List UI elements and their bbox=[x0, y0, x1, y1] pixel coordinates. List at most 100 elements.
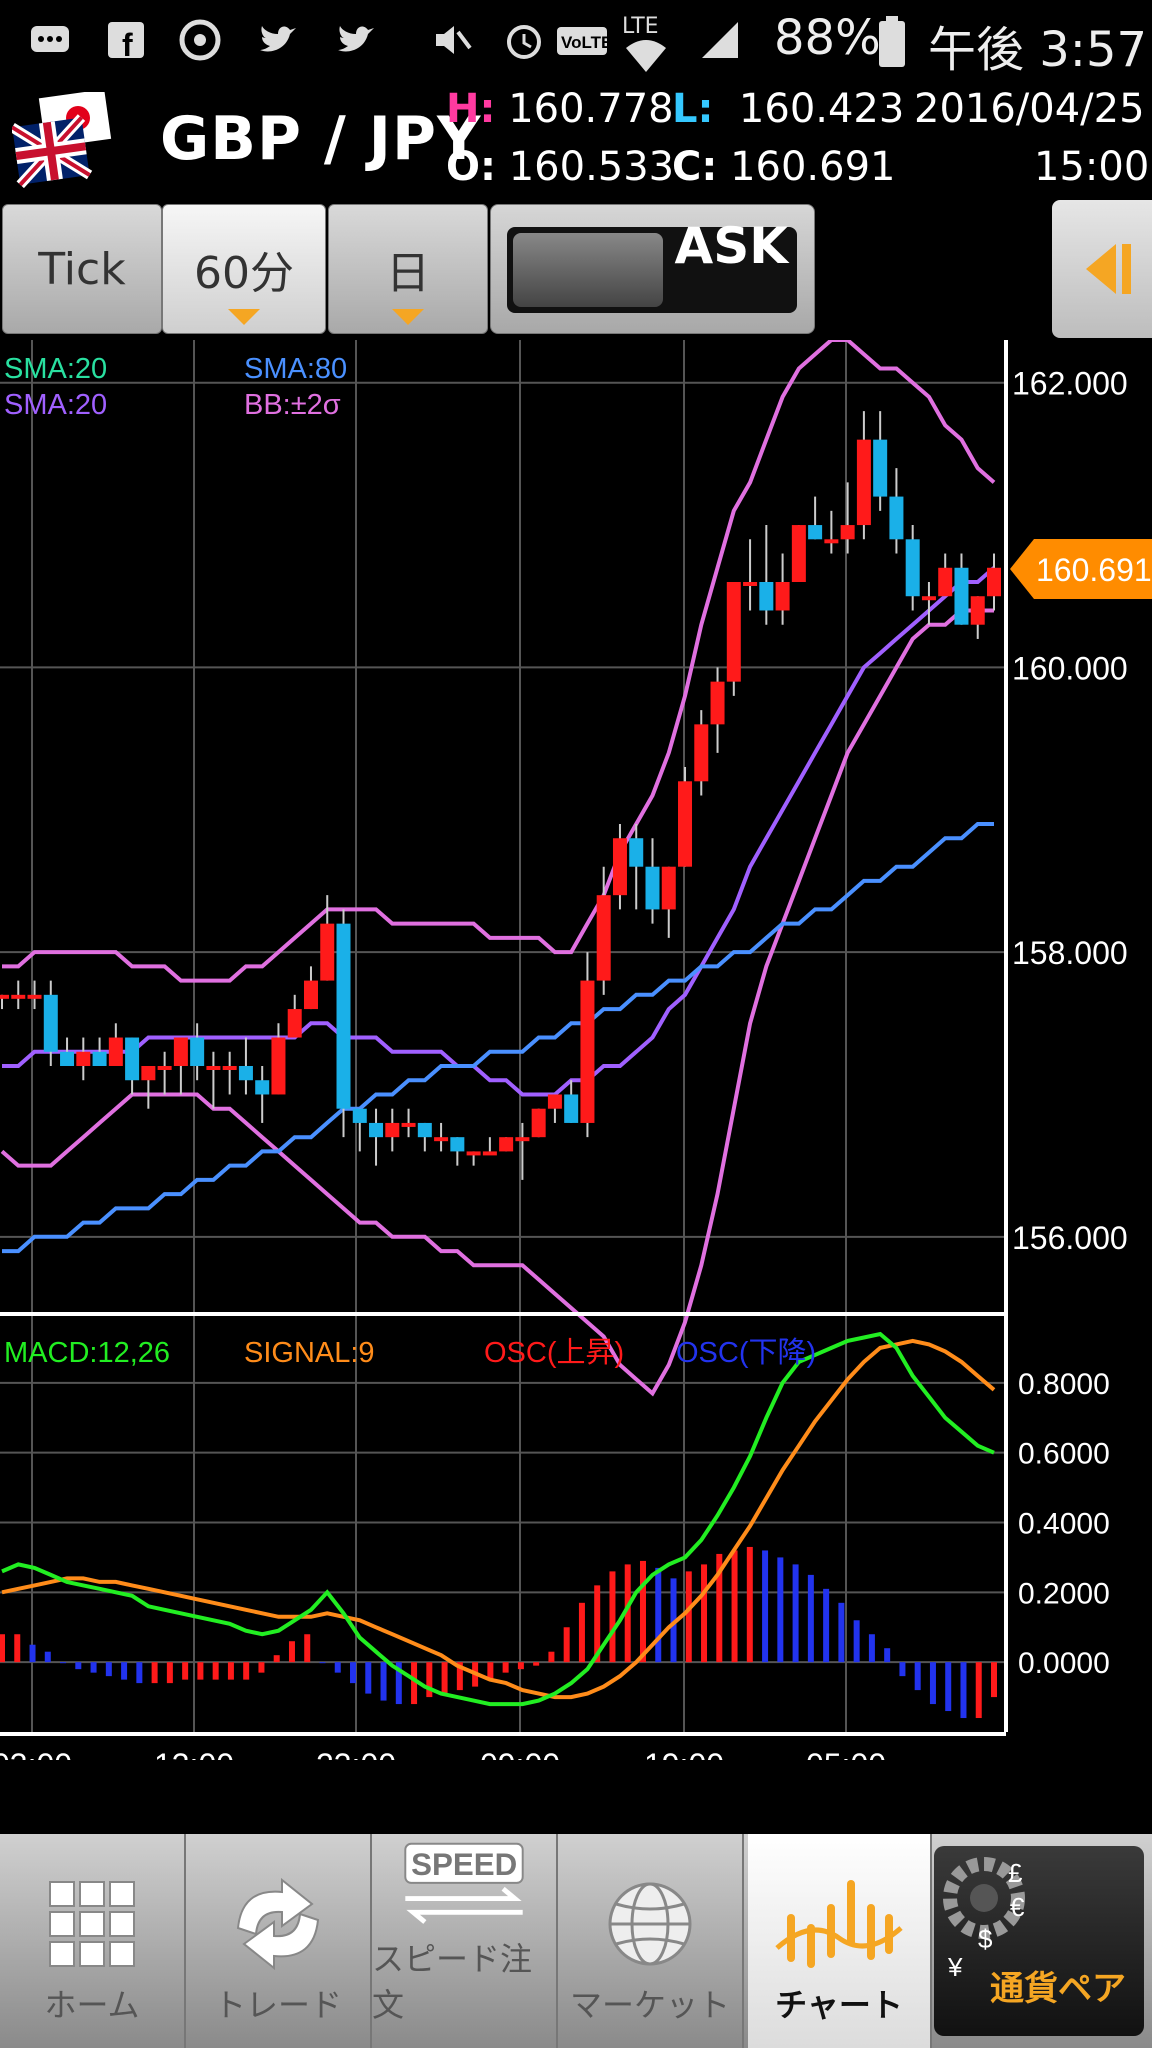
y-tick-label: 156.000 bbox=[1012, 1220, 1128, 1256]
osc-bar bbox=[0, 1634, 5, 1663]
nav-market[interactable]: マーケット bbox=[558, 1834, 744, 2048]
candle-body bbox=[125, 1037, 140, 1081]
candle-body bbox=[499, 1137, 514, 1152]
osc-bar bbox=[197, 1662, 204, 1680]
osc-bar bbox=[777, 1557, 784, 1663]
candle-body bbox=[434, 1137, 449, 1142]
candle-body bbox=[320, 923, 335, 981]
osc-bar bbox=[807, 1574, 814, 1663]
candle-body bbox=[612, 838, 627, 896]
candle-body bbox=[173, 1037, 188, 1066]
osc-bar bbox=[273, 1655, 280, 1663]
osc-bar bbox=[29, 1644, 36, 1663]
y-tick-label: 0.8000 bbox=[1018, 1368, 1110, 1401]
collapse-arrow-icon bbox=[1086, 244, 1131, 294]
osc-bar bbox=[884, 1648, 891, 1663]
nav-speed-order[interactable]: SPEED スピード注文 bbox=[372, 1834, 558, 2048]
x-tick-label: 19:00 bbox=[644, 1747, 724, 1760]
bar-time: 15:00 bbox=[1034, 144, 1150, 190]
candle-body bbox=[206, 1066, 221, 1070]
legend-label: MACD:12,26 bbox=[4, 1337, 170, 1369]
osc-bar bbox=[60, 1662, 67, 1664]
tab-daily[interactable]: 日 bbox=[328, 204, 488, 334]
candle-body bbox=[873, 439, 888, 497]
osc-bar bbox=[304, 1634, 311, 1663]
toggle-knob[interactable] bbox=[513, 233, 663, 307]
bar-date: 2016/04/25 bbox=[914, 86, 1145, 132]
svg-text:€: € bbox=[1010, 1892, 1025, 1922]
candle-body bbox=[92, 1051, 107, 1066]
candle-body bbox=[743, 582, 758, 586]
y-tick-label: 158.000 bbox=[1012, 935, 1128, 971]
bid-ask-toggle[interactable]: ASK bbox=[490, 204, 815, 334]
legend-label: SIGNAL:9 bbox=[244, 1337, 375, 1369]
candle-body bbox=[515, 1137, 530, 1142]
chart-icon bbox=[775, 1880, 903, 1968]
y-tick-label: 162.000 bbox=[1012, 366, 1128, 402]
nav-trade[interactable]: トレード bbox=[186, 1834, 372, 2048]
osc-bar bbox=[823, 1588, 830, 1663]
candle-body bbox=[791, 525, 806, 582]
candle-body bbox=[808, 525, 823, 540]
osc-bar bbox=[914, 1662, 921, 1691]
osc-bar bbox=[746, 1546, 753, 1663]
nav-chart[interactable]: チャート bbox=[748, 1834, 932, 2048]
y-tick-label: 160.000 bbox=[1012, 650, 1128, 686]
osc-bar bbox=[136, 1662, 143, 1684]
y-tick-label: 0.6000 bbox=[1018, 1438, 1110, 1471]
candle-body bbox=[954, 567, 969, 625]
legend-label: BB:±2σ bbox=[244, 389, 341, 421]
svg-text:$: $ bbox=[978, 1924, 993, 1954]
osc-bar bbox=[701, 1564, 708, 1663]
svg-text:VoLTE: VoLTE bbox=[561, 33, 608, 52]
currency-pair-button[interactable]: £ € $ ¥ 通貨ペア bbox=[934, 1846, 1144, 2036]
candle-body bbox=[629, 838, 644, 867]
osc-bar bbox=[44, 1651, 51, 1663]
candle-body bbox=[694, 724, 709, 782]
osc-bar bbox=[243, 1662, 250, 1680]
candle-body bbox=[482, 1151, 497, 1156]
legend-label: SMA:20 bbox=[4, 389, 107, 421]
osc-bar bbox=[899, 1662, 906, 1677]
price-chart[interactable]: 162.000 160.000 158.000 156.000 0.8000 0.6000… bbox=[0, 340, 1152, 1760]
side-panel-button[interactable] bbox=[1052, 200, 1152, 338]
osc-bar bbox=[639, 1560, 646, 1663]
osc-bar bbox=[533, 1662, 540, 1666]
x-tick-label: 23:00 bbox=[316, 1747, 396, 1760]
osc-bar bbox=[151, 1662, 158, 1684]
candle-body bbox=[43, 994, 58, 1052]
open-price: O: 160.533 bbox=[446, 144, 675, 190]
twitter-icon bbox=[338, 26, 374, 52]
osc-bar bbox=[502, 1662, 509, 1673]
y-tick-label: 0.0000 bbox=[1018, 1647, 1110, 1680]
candle-body bbox=[678, 781, 693, 867]
osc-bar bbox=[517, 1662, 524, 1670]
mute-icon bbox=[436, 26, 472, 54]
macd-oscillator bbox=[0, 1546, 997, 1719]
osc-bar bbox=[792, 1564, 799, 1663]
high-price: H: 160.778 bbox=[446, 86, 674, 132]
osc-bar bbox=[960, 1662, 967, 1719]
candle-body bbox=[303, 980, 318, 1010]
candle-body bbox=[222, 1066, 237, 1070]
candle-body bbox=[141, 1066, 156, 1081]
signal-icon bbox=[702, 22, 738, 58]
currency-pair-title: GBP / JPY bbox=[160, 104, 482, 174]
message-icon bbox=[31, 26, 69, 52]
tab-60min[interactable]: 60分 bbox=[162, 204, 326, 334]
tab-tick[interactable]: Tick bbox=[2, 204, 162, 334]
candle-body bbox=[580, 980, 595, 1123]
osc-bar bbox=[166, 1662, 173, 1684]
osc-bar bbox=[258, 1662, 265, 1673]
nav-home[interactable]: ホーム bbox=[0, 1834, 186, 2048]
svg-text:f: f bbox=[122, 27, 133, 62]
svg-text:£: £ bbox=[1008, 1858, 1023, 1888]
candle-body bbox=[905, 539, 920, 597]
osc-bar bbox=[182, 1662, 189, 1680]
twitter-icon bbox=[260, 26, 296, 52]
osc-bar bbox=[426, 1662, 433, 1698]
candle-body bbox=[970, 596, 985, 625]
candle-body bbox=[108, 1037, 123, 1066]
x-tick-label: 13:00 bbox=[154, 1747, 234, 1760]
dropdown-triangle-icon bbox=[392, 309, 424, 325]
